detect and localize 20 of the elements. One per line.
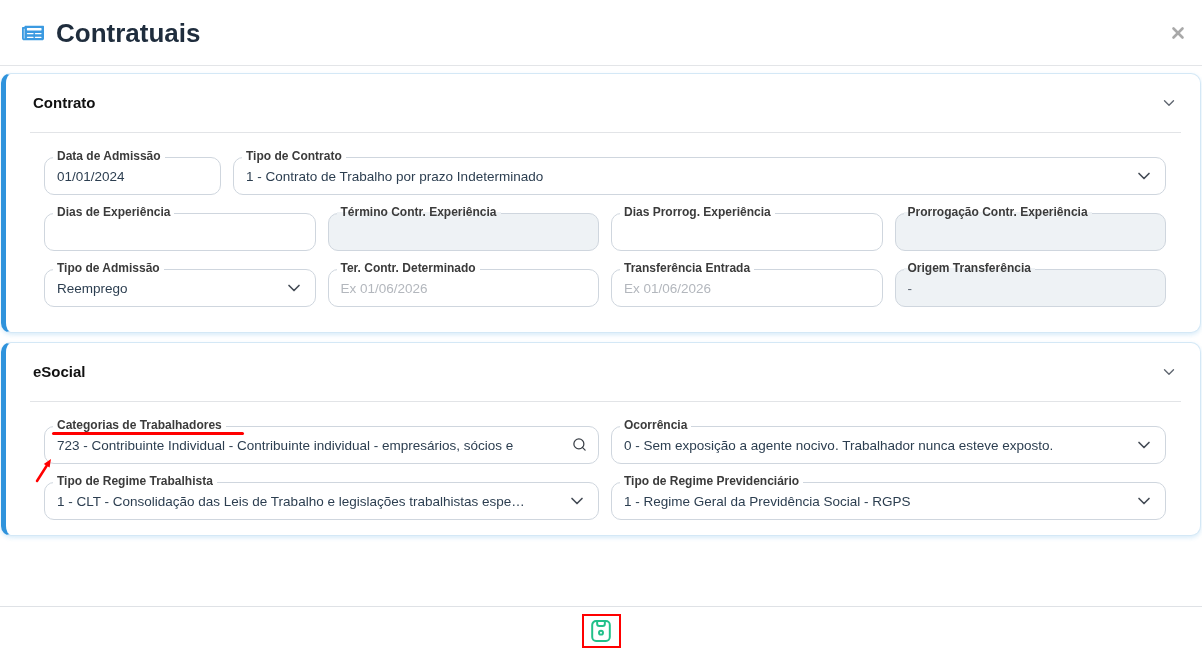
field-label: Tipo de Regime Previdenciário [620, 474, 804, 488]
field-label: Data de Admissão [53, 149, 165, 163]
field-label: Transferência Entrada [620, 261, 755, 275]
save-icon [590, 620, 612, 642]
field-label: Categorias de Trabalhadores [53, 418, 226, 432]
dialog-title: Contratuais [56, 19, 201, 46]
field-label: Dias de Experiência [53, 205, 175, 219]
field-label: Tipo de Regime Trabalhista [53, 474, 217, 488]
field-label: Dias Prorrog. Experiência [620, 205, 775, 219]
field-label: Ter. Contr. Determinado [336, 261, 480, 275]
field-label: Tipo de Admissão [53, 261, 164, 275]
field-label: Término Contr. Experiência [336, 205, 501, 219]
field-label: Origem Transferência [903, 261, 1035, 275]
save-button[interactable] [581, 614, 621, 648]
field-label: Tipo de Contrato [242, 149, 346, 163]
search-icon[interactable] [572, 437, 587, 452]
field-label: Ocorrência [620, 418, 692, 432]
field-label: Prorrogação Contr. Experiência [903, 205, 1092, 219]
section-title: eSocial [33, 361, 86, 382]
section-title: Contrato [33, 92, 96, 113]
